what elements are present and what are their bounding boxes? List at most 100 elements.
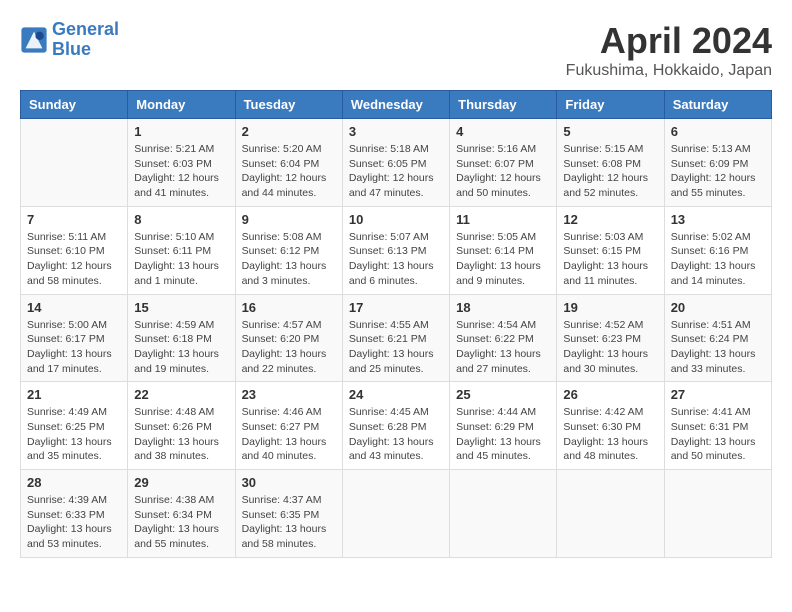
day-number: 20	[671, 300, 765, 315]
calendar-cell: 10 Sunrise: 5:07 AMSunset: 6:13 PMDayligh…	[342, 206, 449, 294]
day-number: 6	[671, 124, 765, 139]
day-info: Sunrise: 5:11 AMSunset: 6:10 PMDaylight:…	[27, 230, 121, 289]
day-info: Sunrise: 5:02 AMSunset: 6:16 PMDaylight:…	[671, 230, 765, 289]
calendar-cell: 5Sunrise: 5:15 AMSunset: 6:08 PMDaylight…	[557, 119, 664, 207]
header-day-tuesday: Tuesday	[235, 91, 342, 119]
day-number: 29	[134, 475, 228, 490]
calendar-cell: 1 Sunrise: 5:21 AMSunset: 6:03 PMDaylight…	[128, 119, 235, 207]
calendar-table: SundayMondayTuesdayWednesdayThursdayFrid…	[20, 90, 772, 558]
day-number: 18	[456, 300, 550, 315]
header-day-sunday: Sunday	[21, 91, 128, 119]
day-info: Sunrise: 5:03 AMSunset: 6:15 PMDaylight:…	[563, 230, 657, 289]
day-info: Sunrise: 5:21 AMSunset: 6:03 PMDaylight:…	[134, 142, 228, 201]
day-info: Sunrise: 4:55 AMSunset: 6:21 PMDaylight:…	[349, 318, 443, 377]
day-number: 26	[563, 387, 657, 402]
subtitle: Fukushima, Hokkaido, Japan	[566, 62, 772, 80]
calendar-cell: 21Sunrise: 4:49 AMSunset: 6:25 PMDayligh…	[21, 382, 128, 470]
day-info: Sunrise: 4:54 AMSunset: 6:22 PMDaylight:…	[456, 318, 550, 377]
day-number: 8	[134, 212, 228, 227]
day-info: Sunrise: 4:49 AMSunset: 6:25 PMDaylight:…	[27, 405, 121, 464]
calendar-cell: 29Sunrise: 4:38 AMSunset: 6:34 PMDayligh…	[128, 470, 235, 558]
logo-icon	[20, 26, 48, 54]
day-info: Sunrise: 5:18 AMSunset: 6:05 PMDaylight:…	[349, 142, 443, 201]
day-info: Sunrise: 5:07 AMSunset: 6:13 PMDaylight:…	[349, 230, 443, 289]
calendar-body: 1 Sunrise: 5:21 AMSunset: 6:03 PMDaylight…	[21, 119, 772, 558]
calendar-cell: 2 Sunrise: 5:20 AMSunset: 6:04 PMDaylight…	[235, 119, 342, 207]
day-number: 19	[563, 300, 657, 315]
day-number: 23	[242, 387, 336, 402]
calendar-cell: 6 Sunrise: 5:13 AMSunset: 6:09 PMDaylight…	[664, 119, 771, 207]
logo-line1: General	[52, 19, 119, 39]
day-number: 10	[349, 212, 443, 227]
day-info: Sunrise: 5:16 AMSunset: 6:07 PMDaylight:…	[456, 142, 550, 201]
header-day-thursday: Thursday	[450, 91, 557, 119]
calendar-cell: 9 Sunrise: 5:08 AMSunset: 6:12 PMDaylight…	[235, 206, 342, 294]
calendar-cell: 11 Sunrise: 5:05 AMSunset: 6:14 PMDayligh…	[450, 206, 557, 294]
day-info: Sunrise: 4:42 AMSunset: 6:30 PMDaylight:…	[563, 405, 657, 464]
calendar-cell: 28Sunrise: 4:39 AMSunset: 6:33 PMDayligh…	[21, 470, 128, 558]
week-row-3: 14Sunrise: 5:00 AMSunset: 6:17 PMDayligh…	[21, 294, 772, 382]
calendar-cell	[342, 470, 449, 558]
day-number: 1	[134, 124, 228, 139]
day-number: 13	[671, 212, 765, 227]
calendar-cell	[450, 470, 557, 558]
day-number: 2	[242, 124, 336, 139]
day-info: Sunrise: 5:13 AMSunset: 6:09 PMDaylight:…	[671, 142, 765, 201]
calendar-cell: 12 Sunrise: 5:03 AMSunset: 6:15 PMDayligh…	[557, 206, 664, 294]
calendar-cell: 30 Sunrise: 4:37 AMSunset: 6:35 PMDayligh…	[235, 470, 342, 558]
calendar-cell: 20Sunrise: 4:51 AMSunset: 6:24 PMDayligh…	[664, 294, 771, 382]
calendar-cell	[21, 119, 128, 207]
day-info: Sunrise: 5:20 AMSunset: 6:04 PMDaylight:…	[242, 142, 336, 201]
day-info: Sunrise: 4:59 AMSunset: 6:18 PMDaylight:…	[134, 318, 228, 377]
day-info: Sunrise: 4:41 AMSunset: 6:31 PMDaylight:…	[671, 405, 765, 464]
day-info: Sunrise: 5:08 AMSunset: 6:12 PMDaylight:…	[242, 230, 336, 289]
day-info: Sunrise: 5:10 AMSunset: 6:11 PMDaylight:…	[134, 230, 228, 289]
header-day-saturday: Saturday	[664, 91, 771, 119]
calendar-cell	[557, 470, 664, 558]
day-number: 11	[456, 212, 550, 227]
page-header: General Blue April 2024 Fukushima, Hokka…	[20, 20, 772, 80]
day-number: 27	[671, 387, 765, 402]
calendar-cell: 27 Sunrise: 4:41 AMSunset: 6:31 PMDayligh…	[664, 382, 771, 470]
week-row-5: 28Sunrise: 4:39 AMSunset: 6:33 PMDayligh…	[21, 470, 772, 558]
day-info: Sunrise: 4:37 AMSunset: 6:35 PMDaylight:…	[242, 493, 336, 552]
day-number: 28	[27, 475, 121, 490]
day-info: Sunrise: 4:52 AMSunset: 6:23 PMDaylight:…	[563, 318, 657, 377]
calendar-cell: 18 Sunrise: 4:54 AMSunset: 6:22 PMDayligh…	[450, 294, 557, 382]
day-number: 12	[563, 212, 657, 227]
logo-line2: Blue	[52, 39, 91, 59]
header-day-wednesday: Wednesday	[342, 91, 449, 119]
calendar-cell: 14Sunrise: 5:00 AMSunset: 6:17 PMDayligh…	[21, 294, 128, 382]
week-row-2: 7 Sunrise: 5:11 AMSunset: 6:10 PMDaylight…	[21, 206, 772, 294]
calendar-cell: 25 Sunrise: 4:44 AMSunset: 6:29 PMDayligh…	[450, 382, 557, 470]
day-info: Sunrise: 4:44 AMSunset: 6:29 PMDaylight:…	[456, 405, 550, 464]
calendar-cell: 13 Sunrise: 5:02 AMSunset: 6:16 PMDayligh…	[664, 206, 771, 294]
calendar-cell: 3 Sunrise: 5:18 AMSunset: 6:05 PMDaylight…	[342, 119, 449, 207]
day-number: 25	[456, 387, 550, 402]
day-number: 9	[242, 212, 336, 227]
week-row-1: 1 Sunrise: 5:21 AMSunset: 6:03 PMDaylight…	[21, 119, 772, 207]
day-number: 7	[27, 212, 121, 227]
calendar-cell: 4 Sunrise: 5:16 AMSunset: 6:07 PMDaylight…	[450, 119, 557, 207]
header-day-friday: Friday	[557, 91, 664, 119]
calendar-cell	[664, 470, 771, 558]
day-number: 3	[349, 124, 443, 139]
calendar-cell: 17 Sunrise: 4:55 AMSunset: 6:21 PMDayligh…	[342, 294, 449, 382]
main-title: April 2024	[566, 20, 772, 62]
day-info: Sunrise: 5:15 AMSunset: 6:08 PMDaylight:…	[563, 142, 657, 201]
calendar-cell: 8 Sunrise: 5:10 AMSunset: 6:11 PMDaylight…	[128, 206, 235, 294]
day-info: Sunrise: 5:05 AMSunset: 6:14 PMDaylight:…	[456, 230, 550, 289]
day-info: Sunrise: 4:46 AMSunset: 6:27 PMDaylight:…	[242, 405, 336, 464]
calendar-cell: 22Sunrise: 4:48 AMSunset: 6:26 PMDayligh…	[128, 382, 235, 470]
day-number: 30	[242, 475, 336, 490]
day-info: Sunrise: 5:00 AMSunset: 6:17 PMDaylight:…	[27, 318, 121, 377]
day-number: 22	[134, 387, 228, 402]
calendar-cell: 16Sunrise: 4:57 AMSunset: 6:20 PMDayligh…	[235, 294, 342, 382]
day-number: 4	[456, 124, 550, 139]
calendar-cell: 15Sunrise: 4:59 AMSunset: 6:18 PMDayligh…	[128, 294, 235, 382]
header-day-monday: Monday	[128, 91, 235, 119]
calendar-header-row: SundayMondayTuesdayWednesdayThursdayFrid…	[21, 91, 772, 119]
day-number: 17	[349, 300, 443, 315]
week-row-4: 21Sunrise: 4:49 AMSunset: 6:25 PMDayligh…	[21, 382, 772, 470]
day-info: Sunrise: 4:57 AMSunset: 6:20 PMDaylight:…	[242, 318, 336, 377]
